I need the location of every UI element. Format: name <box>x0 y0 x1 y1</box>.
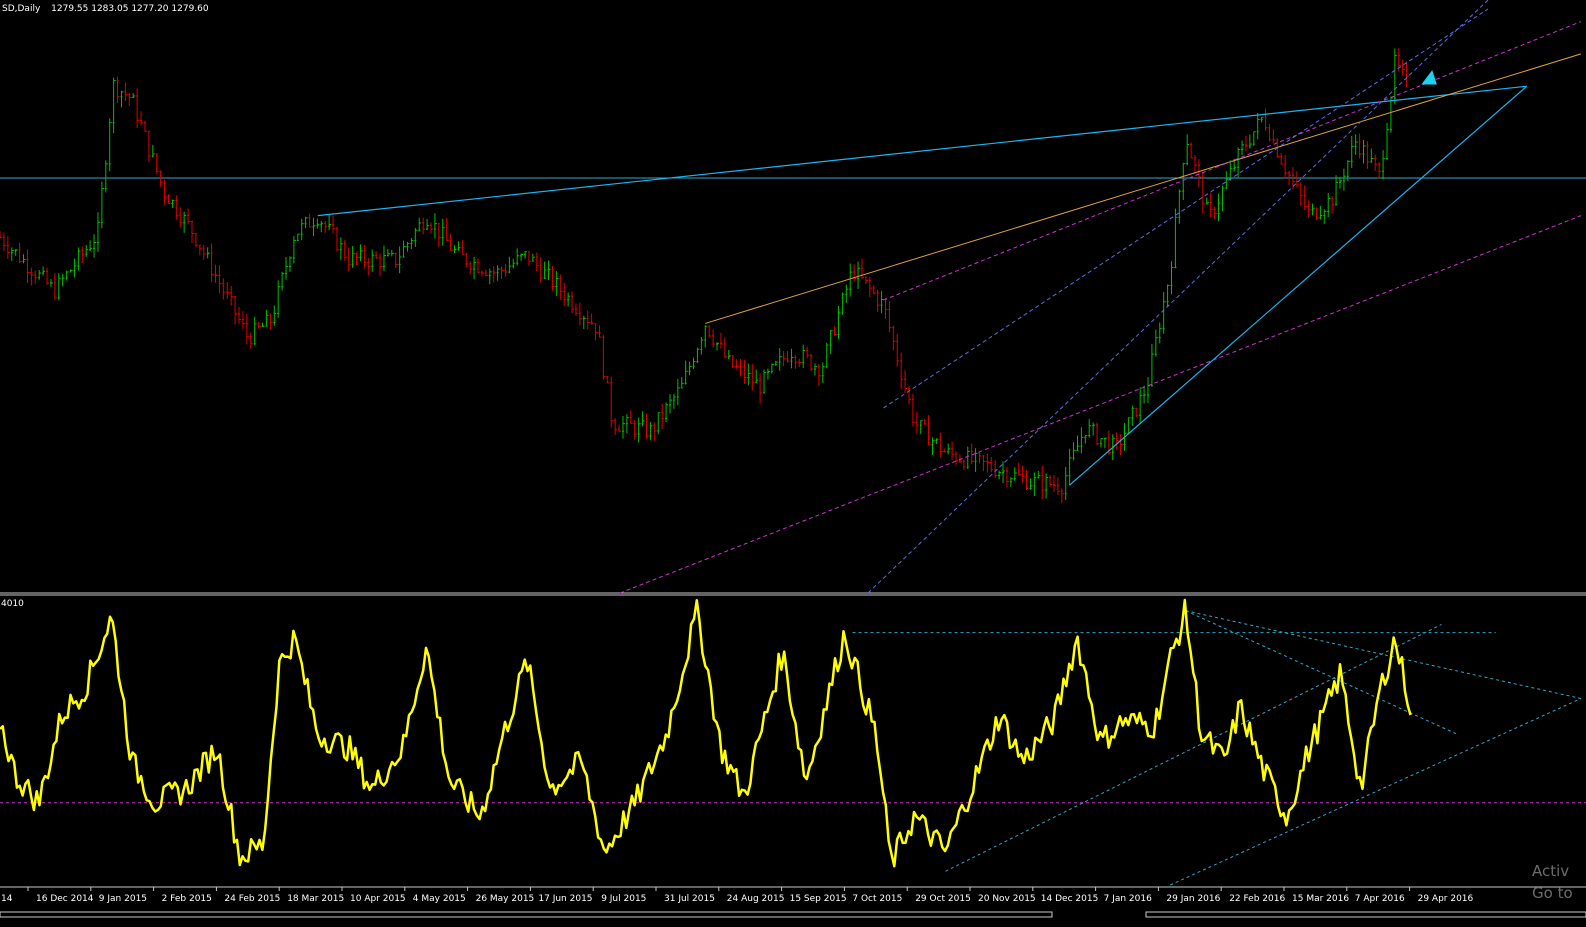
x-tick-label: 7 Jan 2016 <box>1104 894 1152 904</box>
x-tick-label: 14 Dec 2015 <box>1041 894 1099 904</box>
x-tick-label: 29 Jan 2016 <box>1166 894 1220 904</box>
x-tick-label: 17 Jun 2015 <box>538 894 592 904</box>
x-tick-label: 7 Apr 2016 <box>1355 894 1405 904</box>
x-tick-label: 7 Oct 2015 <box>852 894 902 904</box>
x-tick-label: 24 Feb 2015 <box>224 894 280 904</box>
oscillator-label: 4010 <box>1 599 24 609</box>
trendline-support-cyan <box>1069 85 1528 486</box>
horizontal-scrollbar <box>0 911 1053 918</box>
watermark-line-2: Go to <box>1532 884 1573 902</box>
osc-down-line-2 <box>1185 610 1458 735</box>
x-tick-label: 24 Aug 2015 <box>727 894 785 904</box>
trendline-blue-dashed-2 <box>883 8 1489 409</box>
x-tick-label: 31 Jul 2015 <box>664 894 715 904</box>
x-tick-label: 20 Nov 2015 <box>978 894 1036 904</box>
x-tick-label: 18 Mar 2015 <box>287 894 344 904</box>
x-tick-label: 2 Feb 2015 <box>162 894 212 904</box>
x-tick-label: 9 Jul 2015 <box>601 894 646 904</box>
x-tick-label: 10 Apr 2015 <box>350 894 406 904</box>
x-tick-label: 9 Jan 2015 <box>99 894 147 904</box>
x-tick-label: 29 Apr 2016 <box>1418 894 1474 904</box>
x-tick-label: 14 <box>1 894 13 904</box>
x-tick-label: 16 Dec 2014 <box>36 894 94 904</box>
channel-lower-magenta <box>619 215 1582 594</box>
price-pane[interactable] <box>0 0 1586 596</box>
watermark-line-1: Activ <box>1532 862 1569 880</box>
oscillator-pane[interactable] <box>0 598 1586 886</box>
arrow-marker <box>1421 70 1437 85</box>
horizontal-scrollbar-right <box>1145 911 1586 918</box>
chart-canvas[interactable]: 14 16 Dec 2014 9 Jan 2015 2 Feb 2015 24 Feb … <box>0 0 1586 927</box>
time-axis: 14 16 Dec 2014 9 Jan 2015 2 Feb 2015 24 Feb … <box>0 886 1586 918</box>
symbol-header: SD,Daily 1279.55 1283.05 1277.20 1279.60 <box>2 4 209 14</box>
x-tick-label: 4 May 2015 <box>413 894 466 904</box>
oscillator-line <box>0 598 1412 868</box>
trendline-resistance-cyan <box>317 85 1527 217</box>
x-tick-label: 15 Mar 2016 <box>1292 894 1349 904</box>
x-tick-label: 22 Feb 2016 <box>1229 894 1285 904</box>
x-tick-label: 29 Oct 2015 <box>915 894 971 904</box>
trendline-orange <box>705 53 1582 324</box>
trendline-blue-dashed-1 <box>867 0 1489 594</box>
x-tick-label: 26 May 2015 <box>476 894 535 904</box>
osc-down-line-1 <box>1185 610 1582 699</box>
x-tick-label: 15 Sep 2015 <box>790 894 847 904</box>
